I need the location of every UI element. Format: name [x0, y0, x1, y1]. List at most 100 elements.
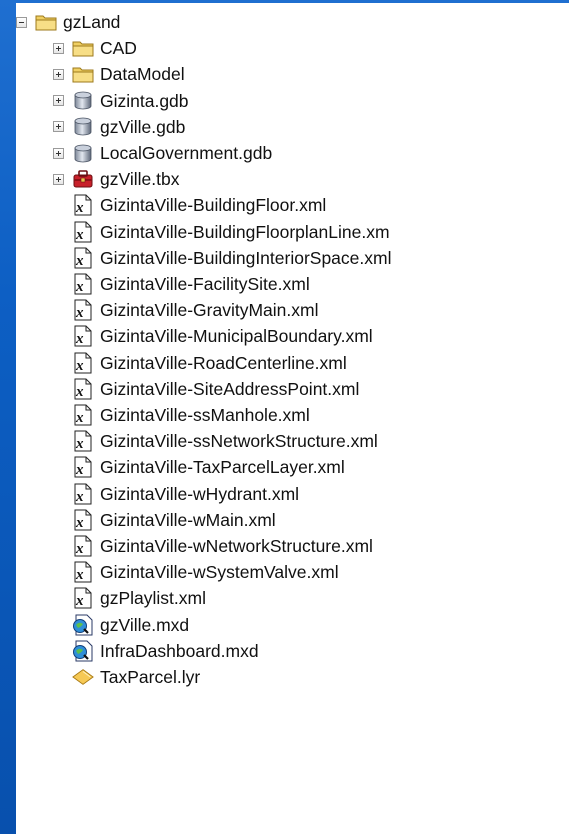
geodatabase-icon	[72, 91, 94, 111]
tree-item-18[interactable]: x GizintaVille-wMain.xml	[53, 507, 276, 533]
tree-item-label: InfraDashboard.mxd	[100, 640, 259, 661]
collapse-toggle-icon[interactable]	[16, 16, 27, 28]
expand-toggle-icon[interactable]	[53, 121, 64, 133]
svg-text:x: x	[75, 462, 84, 478]
xml-file-icon: x	[72, 194, 94, 216]
tree-item-label: gzVille.tbx	[100, 169, 180, 190]
tree-item-label: GizintaVille-ssManhole.xml	[100, 405, 310, 425]
tree-item-21[interactable]: x gzPlaylist.xml	[53, 585, 206, 611]
tree-item-label: TaxParcel.lyr	[100, 667, 201, 687]
tree-item-root[interactable]: gzLand	[16, 9, 120, 35]
tree-item-6[interactable]: x GizintaVille-BuildingFloor.xml	[53, 192, 326, 218]
tree-item-2[interactable]: Gizinta.gdb	[53, 88, 189, 114]
tree-item-label: gzPlaylist.xml	[100, 588, 206, 609]
tree-item-label: gzVille.gdb	[100, 116, 186, 137]
catalog-tree: gzLand CAD DataModel Gizinta.gdb gzVille.gdb…	[16, 3, 569, 834]
expand-toggle-icon[interactable]	[53, 147, 64, 159]
tree-item-label: GizintaVille-wHydrant.xml	[100, 483, 300, 504]
folder-icon	[72, 38, 94, 58]
tree-item-label: GizintaVille-wMain.xml	[100, 509, 276, 530]
svg-text:x: x	[75, 541, 84, 557]
svg-text:x: x	[75, 331, 84, 347]
expand-toggle-icon[interactable]	[53, 173, 64, 185]
xml-file-icon: x	[72, 587, 94, 609]
svg-text:x: x	[75, 436, 84, 452]
xml-file-icon: x	[72, 299, 94, 321]
svg-text:x: x	[75, 253, 84, 269]
tree-item-13[interactable]: x GizintaVille-SiteAddressPoint.xml	[53, 376, 359, 402]
svg-text:x: x	[75, 279, 84, 295]
tree-item-24[interactable]: TaxParcel.lyr	[53, 664, 200, 690]
xml-file-icon: x	[72, 325, 94, 347]
map-document-icon	[72, 640, 94, 662]
tree-item-label: CAD	[100, 38, 137, 59]
tree-item-11[interactable]: x GizintaVille-MunicipalBoundary.xml	[53, 323, 373, 349]
tree-item-5[interactable]: gzVille.tbx	[53, 166, 179, 192]
expand-toggle-icon[interactable]	[53, 42, 64, 54]
xml-file-icon: x	[72, 378, 94, 400]
tree-item-1[interactable]: DataModel	[53, 61, 185, 87]
tree-item-label: GizintaVille-BuildingFloorplanLine.xm	[100, 221, 390, 242]
svg-text:x: x	[75, 305, 84, 321]
tree-item-23[interactable]: InfraDashboard.mxd	[53, 638, 259, 664]
expand-toggle-icon[interactable]	[53, 68, 64, 80]
tree-item-8[interactable]: x GizintaVille-BuildingInteriorSpace.xml	[53, 245, 391, 271]
tree-item-label: GizintaVille-wNetworkStructure.xml	[100, 536, 373, 556]
tree-item-9[interactable]: x GizintaVille-FacilitySite.xml	[53, 271, 310, 297]
xml-file-icon: x	[72, 561, 94, 583]
tree-item-label: GizintaVille-SiteAddressPoint.xml	[100, 378, 360, 399]
tree-item-3[interactable]: gzVille.gdb	[53, 114, 185, 140]
catalog-panel: gzLand CAD DataModel Gizinta.gdb gzVille.gdb…	[0, 0, 569, 834]
geodatabase-icon	[72, 143, 94, 163]
tree-item-17[interactable]: x GizintaVille-wHydrant.xml	[53, 481, 299, 507]
xml-file-icon: x	[72, 221, 94, 243]
tree-item-10[interactable]: x GizintaVille-GravityMain.xml	[53, 297, 318, 323]
expand-toggle-icon[interactable]	[53, 95, 64, 107]
svg-text:x: x	[75, 410, 84, 426]
svg-text:x: x	[75, 489, 84, 505]
tree-item-label: gzVille.mxd	[100, 614, 190, 635]
svg-text:x: x	[75, 200, 84, 216]
tree-item-label: GizintaVille-BuildingFloor.xml	[100, 195, 327, 216]
tree-item-label: GizintaVille-RoadCenterline.xml	[100, 352, 347, 373]
svg-text:x: x	[75, 384, 84, 400]
tree-item-15[interactable]: x GizintaVille-ssNetworkStructure.xml	[53, 428, 378, 454]
svg-text:x: x	[75, 515, 84, 531]
tree-item-label: GizintaVille-MunicipalBoundary.xml	[100, 326, 373, 347]
tree-item-label: Gizinta.gdb	[100, 90, 189, 111]
svg-text:x: x	[75, 227, 84, 243]
tree-item-label: GizintaVille-GravityMain.xml	[100, 300, 319, 321]
svg-text:x: x	[75, 358, 84, 374]
xml-file-icon: x	[72, 535, 94, 557]
xml-file-icon: x	[72, 404, 94, 426]
layer-file-icon	[72, 667, 94, 687]
folder-icon	[72, 64, 94, 84]
geodatabase-icon	[72, 117, 94, 137]
tree-item-label: GizintaVille-FacilitySite.xml	[100, 274, 310, 294]
tree-item-0[interactable]: CAD	[53, 35, 137, 61]
tree-item-7[interactable]: x GizintaVille-BuildingFloorplanLine.xm	[53, 219, 390, 245]
svg-text:x: x	[75, 593, 84, 609]
toolbox-icon	[72, 169, 94, 189]
tree-item-20[interactable]: x GizintaVille-wSystemValve.xml	[53, 559, 339, 585]
xml-file-icon: x	[72, 483, 94, 505]
xml-file-icon: x	[72, 247, 94, 269]
tree-item-22[interactable]: gzVille.mxd	[53, 612, 189, 638]
folder-icon	[35, 12, 57, 32]
tree-item-label: gzLand	[63, 12, 121, 32]
svg-text:x: x	[75, 567, 84, 583]
tree-item-12[interactable]: x GizintaVille-RoadCenterline.xml	[53, 350, 347, 376]
xml-file-icon: x	[72, 273, 94, 295]
tree-item-4[interactable]: LocalGovernment.gdb	[53, 140, 272, 166]
tree-item-14[interactable]: x GizintaVille-ssManhole.xml	[53, 402, 310, 428]
tree-item-16[interactable]: x GizintaVille-TaxParcelLayer.xml	[53, 454, 345, 480]
xml-file-icon: x	[72, 430, 94, 452]
xml-file-icon: x	[72, 352, 94, 374]
tree-item-label: LocalGovernment.gdb	[100, 143, 273, 163]
tree-item-label: GizintaVille-wSystemValve.xml	[100, 562, 339, 583]
xml-file-icon: x	[72, 456, 94, 478]
xml-file-icon: x	[72, 509, 94, 531]
tree-item-19[interactable]: x GizintaVille-wNetworkStructure.xml	[53, 533, 373, 559]
tree-item-label: GizintaVille-TaxParcelLayer.xml	[100, 457, 345, 478]
tree-item-label: GizintaVille-ssNetworkStructure.xml	[100, 431, 378, 452]
